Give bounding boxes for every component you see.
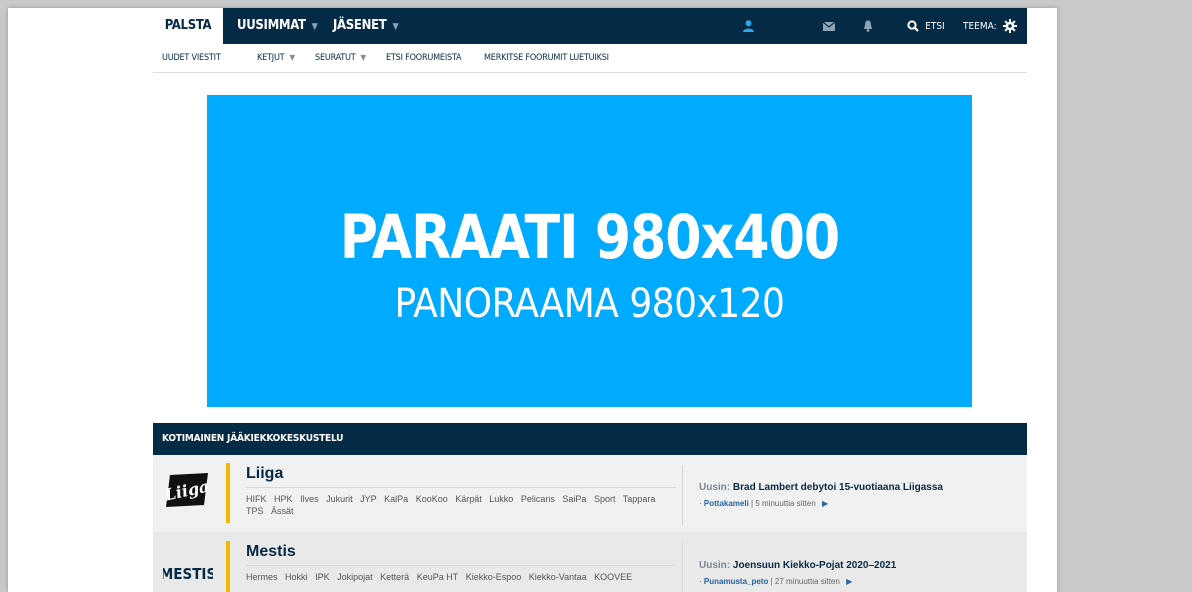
chevron-down-icon: ▼ [289,53,295,62]
column-divider [682,543,683,592]
latest-time: 27 minuuttia sitten [774,577,840,586]
tab-uusimmat-label: UUSIMMAT [237,18,306,33]
ad-headline: PARAATI 980x400 [339,201,840,273]
latest-prefix: Uusin: [699,482,731,493]
forum-title-liiga[interactable]: Liiga [246,465,283,483]
subforum-link[interactable]: Hermes [246,572,278,582]
forum-divider [246,565,676,566]
search-button[interactable]: ETSI [907,8,945,44]
latest-thread-title: Brad Lambert debytoi 15-vuotiaana Liigas… [732,482,943,493]
theme-switcher[interactable]: TEEMA: [963,8,1017,44]
bell-icon[interactable] [863,8,873,44]
envelope-icon[interactable] [822,8,836,44]
subforum-link[interactable]: Ilves [300,494,319,504]
forum-title-mestis[interactable]: Mestis [246,543,296,561]
subnav-seuratut[interactable]: SEURATUT ▼ [315,44,366,72]
gear-icon [1002,19,1017,33]
subforum-link[interactable]: IPK [315,572,330,582]
user-icon[interactable] [743,8,754,44]
forum-divider [246,487,676,488]
column-divider [682,465,683,525]
latest-thread[interactable]: Uusin: Joensuun Kiekko-Pojat 2020–2021 [699,560,896,571]
subforum-link[interactable]: HIFK [246,494,267,504]
subforum-link[interactable]: Kärpät [455,494,482,504]
subforum-link[interactable]: Jukurit [326,494,353,504]
latest-meta: · Pottakameli | 5 minuuttia sitten ▶ [699,499,829,508]
tab-palsta[interactable]: PALSTA [153,8,223,44]
go-to-latest-icon[interactable]: ▶ [846,577,852,586]
subforum-link[interactable]: Sport [594,494,616,504]
search-icon [907,20,919,32]
subforum-link[interactable]: KeuPa HT [417,572,459,582]
liiga-logo: Liiga [162,469,213,509]
sub-navigation: UUDET VIESTIT KETJUT ▼ SEURATUT ▼ ETSI FOO… [153,44,1027,73]
subforum-link[interactable]: HPK [274,494,293,504]
latest-thread[interactable]: Uusin: Brad Lambert debytoi 15-vuotiaana… [699,482,943,493]
subnav-merkitse-luetuiksi[interactable]: MERKITSE FOORUMIT LUETUIKSI [484,44,609,72]
subnav-ketjut[interactable]: KETJUT ▼ [257,44,295,72]
chevron-down-icon: ▼ [392,22,399,32]
svg-text:MESTIS: MESTIS [163,565,213,583]
ad-banner[interactable]: PARAATI 980x400 PANORAAMA 980x120 [207,95,972,407]
subforum-link[interactable]: KOOVEE [594,572,632,582]
subforum-link[interactable]: SaiPa [562,494,586,504]
subforum-list: HIFK HPK Ilves Jukurit JYP KalPa KooKoo … [246,493,666,517]
chevron-down-icon: ▼ [360,53,367,62]
latest-thread-title: Joensuun Kiekko-Pojat 2020–2021 [732,560,897,571]
search-label: ETSI [925,21,945,32]
subnav-ketjut-label: KETJUT [257,53,285,63]
subnav-uudet-viestit[interactable]: UUDET VIESTIT [162,44,221,72]
mestis-logo: MESTIS [160,547,216,587]
go-to-latest-icon[interactable]: ▶ [822,499,828,508]
category-header[interactable]: KOTIMAINEN JÄÄKIEKKOKESKUSTELU [153,423,1027,455]
subnav-seuratut-label: SEURATUT [315,53,356,63]
subforum-link[interactable]: TPS [246,506,264,516]
latest-prefix: Uusin: [699,560,731,571]
latest-user-link[interactable]: Punamusta_peto [704,577,768,586]
subforum-link[interactable]: Hokki [285,572,308,582]
theme-label: TEEMA: [963,21,997,32]
chevron-down-icon: ▼ [311,22,318,32]
forum-row: Liiga Liiga HIFK HPK Ilves Jukurit JYP K… [153,455,1027,533]
ad-subheadline: PANORAAMA 980x120 [394,281,785,327]
subforum-link[interactable]: Ässät [271,506,294,516]
subforum-link[interactable]: Tappara [623,494,656,504]
latest-time: 5 minuuttia sitten [755,499,816,508]
tab-uusimmat[interactable]: UUSIMMAT ▼ [237,8,318,44]
forum-accent-bar [226,463,230,523]
subnav-etsi-foorumeista[interactable]: ETSI FOORUMEISTA [386,44,462,72]
page: PALSTA UUSIMMAT ▼ JÄSENET ▼ ETSI TEEMA: [8,8,1057,592]
latest-meta: · Punamusta_peto | 27 minuuttia sitten ▶ [699,577,853,586]
subforum-link[interactable]: Jokipojat [337,572,373,582]
top-navigation: PALSTA UUSIMMAT ▼ JÄSENET ▼ ETSI TEEMA: [153,8,1027,44]
subforum-list: Hermes Hokki IPK Jokipojat Ketterä KeuPa… [246,571,666,583]
subforum-link[interactable]: JYP [360,494,377,504]
tab-jasenet[interactable]: JÄSENET ▼ [333,8,399,44]
forum-row: MESTIS Mestis Hermes Hokki IPK Jokipojat… [153,533,1027,592]
subforum-link[interactable]: Pelicans [521,494,555,504]
subforum-link[interactable]: Kiekko-Vantaa [529,572,587,582]
tab-jasenet-label: JÄSENET [333,18,387,33]
subforum-link[interactable]: KalPa [384,494,408,504]
subforum-link[interactable]: Ketterä [380,572,409,582]
latest-user-link[interactable]: Pottakameli [704,499,749,508]
subforum-link[interactable]: Lukko [489,494,513,504]
forum-accent-bar [226,541,230,592]
subforum-link[interactable]: KooKoo [416,494,448,504]
subforum-link[interactable]: Kiekko-Espoo [466,572,522,582]
